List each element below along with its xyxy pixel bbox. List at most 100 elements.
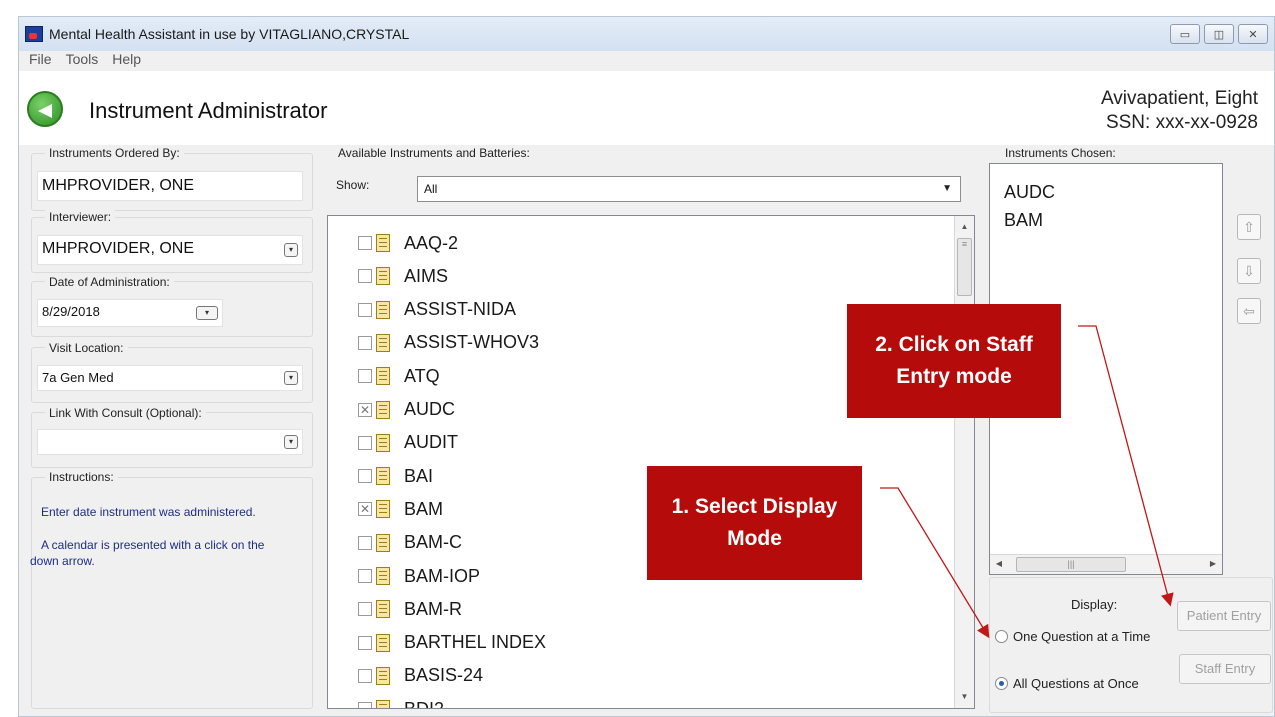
list-item[interactable]: BAI [358,461,433,491]
list-item[interactable]: BAM-IOP [358,561,480,591]
date-value[interactable]: 8/29/2018 [42,304,100,319]
staff-entry-button[interactable]: Staff Entry [1179,654,1271,684]
list-item[interactable]: BASIS-24 [358,661,483,691]
document-icon [376,433,390,452]
instructions-line-2a: A calendar is presented with a click on … [41,538,265,552]
list-item[interactable]: BDI2 [358,694,444,708]
document-icon [376,267,390,286]
list-item-label: ASSIST-WHOV3 [404,332,540,353]
list-item[interactable]: AUDIT [358,428,458,458]
checkbox-icon[interactable] [358,236,372,250]
checkbox-icon[interactable] [358,635,372,650]
chevron-down-icon[interactable]: ▾ [284,371,298,385]
date-picker[interactable]: 8/29/2018 ▾ [37,299,223,327]
display-group [989,577,1273,713]
list-item[interactable]: ATQ [358,361,440,391]
list-item-label: BAM [404,498,444,519]
document-icon [376,467,390,486]
title-bar: Mental Health Assistant in use by VITAGL… [19,17,1274,51]
checkbox-icon[interactable] [358,702,372,708]
back-arrow-icon[interactable] [27,91,63,127]
page-title: Instrument Administrator [89,98,328,123]
document-icon [376,700,390,708]
radio-button-selected-icon[interactable] [995,677,1008,690]
document-icon [376,633,390,652]
checkbox-icon[interactable] [358,535,372,550]
list-item[interactable]: BARTHEL INDEX [358,628,546,658]
interviewer-select[interactable]: MHPROVIDER, ONE ▾ [37,235,303,265]
location-select[interactable]: 7a Gen Med ▾ [37,365,303,391]
scroll-right-icon[interactable]: ▶ [1204,555,1222,573]
checkbox-icon[interactable] [358,302,372,317]
patient-ssn: SSN: xxx-xx-0928 [1105,112,1258,133]
checkbox-icon[interactable] [358,269,372,284]
scroll-down-icon[interactable]: ▼ [955,688,974,706]
chosen-hscrollbar[interactable]: ◀ ||| ▶ [990,554,1222,574]
restore-button[interactable]: ◫ [1204,24,1234,44]
menu-file[interactable]: File [29,51,52,71]
minimize-button[interactable]: ▭ [1170,24,1200,44]
radio-all-questions[interactable]: All Questions at Once [995,676,1139,691]
scroll-left-icon[interactable]: ◀ [990,555,1008,573]
document-icon [376,666,390,685]
document-icon [376,333,390,352]
chevron-down-icon[interactable]: ▾ [284,435,298,449]
patient-entry-button[interactable]: Patient Entry [1177,601,1271,631]
checkbox-icon[interactable] [358,602,372,617]
display-label: Display: [1071,597,1118,612]
list-scrollbar[interactable]: ▲ ≡ ▼ [954,216,974,708]
menu-help[interactable]: Help [112,51,141,71]
scroll-up-icon[interactable]: ▲ [955,218,974,236]
checkbox-icon[interactable] [358,335,372,350]
list-item-label: AUDIT [404,432,458,453]
list-item[interactable]: ASSIST-NIDA [358,295,516,325]
document-icon [376,234,390,252]
window-title: Mental Health Assistant in use by VITAGL… [49,26,410,42]
checkbox-icon[interactable] [358,369,372,384]
document-icon [376,300,390,319]
document-icon [376,367,390,386]
list-item[interactable]: AAQ-2 [358,228,458,258]
checkbox-icon[interactable] [358,569,372,583]
radio-one-question[interactable]: One Question at a Time [995,629,1150,644]
location-label: Visit Location: [45,341,128,355]
move-down-icon[interactable]: ⇩ [1237,258,1261,284]
radio-one-question-label[interactable]: One Question at a Time [1013,629,1150,644]
show-select[interactable]: All ▼ [417,176,961,202]
chosen-item[interactable]: BAM [1004,210,1043,231]
chevron-down-icon[interactable]: ▾ [284,243,298,257]
list-item[interactable]: BAM-R [358,594,462,624]
scroll-thumb[interactable]: ≡ [957,238,972,296]
patient-name: Avivapatient, Eight [1100,88,1258,109]
move-up-icon[interactable]: ⇧ [1237,214,1261,240]
consult-select[interactable]: ▾ [37,429,303,455]
list-item-label: AAQ-2 [404,232,459,253]
radio-all-questions-label[interactable]: All Questions at Once [1013,676,1139,691]
document-icon [376,533,390,552]
list-item[interactable]: ✕ BAM [358,494,443,524]
checkbox-checked-icon[interactable]: ✕ [358,502,372,517]
list-item[interactable]: ✕ AUDC [358,395,455,425]
radio-button-icon[interactable] [995,630,1008,643]
menu-tools[interactable]: Tools [66,51,99,71]
checkbox-icon[interactable] [358,435,372,450]
list-item-label: BASIS-24 [404,665,484,686]
close-button[interactable]: ✕ [1238,24,1268,44]
chosen-label: Instruments Chosen: [1001,146,1120,160]
interviewer-value: MHPROVIDER, ONE [42,240,195,257]
list-item-label: BAM-IOP [404,565,481,586]
calendar-dropdown-icon[interactable]: ▾ [196,306,218,320]
available-instruments-list[interactable]: AAQ-2 AIMS ASSIST-NIDA ASSIST-WHOV3 ATQ ✕ AUDC… [327,215,975,709]
checkbox-icon[interactable] [358,469,372,484]
scroll-thumb[interactable]: ||| [1016,557,1126,572]
list-item[interactable]: ASSIST-WHOV3 [358,328,539,358]
date-label: Date of Administration: [45,275,174,289]
remove-icon[interactable]: ⇦ [1237,298,1261,324]
available-label: Available Instruments and Batteries: [334,146,534,160]
checkbox-icon[interactable] [358,668,372,683]
list-item[interactable]: AIMS [358,261,448,291]
chosen-item[interactable]: AUDC [1004,182,1055,203]
list-item[interactable]: BAM-C [358,528,462,558]
list-item-label: BAM-C [404,532,462,553]
checkbox-checked-icon[interactable]: ✕ [358,402,372,417]
